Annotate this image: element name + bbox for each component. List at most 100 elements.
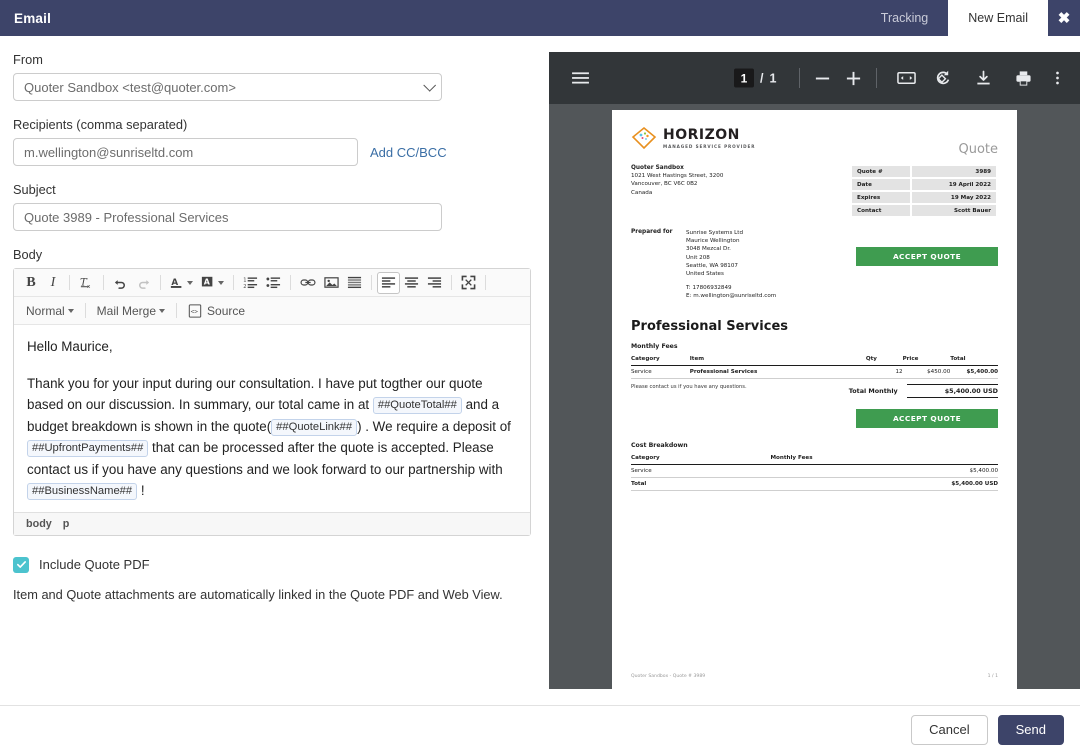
zoom-in-button[interactable] [845,70,862,87]
toolbar-divider [485,275,486,290]
include-quote-pdf-checkbox[interactable] [13,556,29,573]
format-dropdown-label: Normal [26,303,65,318]
element-path-body[interactable]: body [26,518,52,530]
send-button[interactable]: Send [997,714,1064,745]
mail-merge-label: Mail Merge [96,303,157,318]
pdf-total-pages: 1 [769,71,777,85]
element-path-p[interactable]: p [63,518,70,530]
body-label: Body [13,247,43,262]
redo-icon[interactable] [132,272,155,294]
meta-value: 19 May 2022 [911,192,996,203]
cost-breakdown-title: Cost Breakdown [631,441,688,449]
more-options-button[interactable] [1055,69,1060,87]
merge-tag-quote-total[interactable]: ##QuoteTotal## [372,397,462,414]
table-row: Service Professional Services 12 $450.00… [631,365,998,379]
chevron-down-icon [159,308,166,313]
merge-tag-quote-link[interactable]: ##QuoteLink## [271,418,358,436]
prepared-for-row: Prepared for Sunrise Systems Ltd Maurice… [631,229,998,301]
download-button[interactable] [975,70,992,87]
close-icon: ✖ [1057,9,1071,27]
pdf-view-controls [897,69,952,87]
recipients-input[interactable]: m.wellington@sunriseltd.com [13,138,358,166]
col-total: Total [950,353,998,366]
add-cc-bcc-link[interactable]: Add CC/BCC [370,145,447,160]
text-color-button[interactable]: A [166,272,197,294]
image-icon[interactable] [320,272,343,294]
footer-left-text: Quoter Sandbox - Quote # 3989 [631,674,706,679]
source-button[interactable]: <> Source [182,300,251,322]
cancel-button[interactable]: Cancel [911,714,988,745]
cost-total-value: $5,400.00 USD [770,476,998,491]
pdf-preview-pane: 1 / 1 HORIZON MANAGED SERVICE PROVIDER Q… [549,52,1080,689]
merge-tag-business-name[interactable]: ##BusinessName## [27,483,138,500]
align-right-button[interactable] [423,272,446,294]
align-center-button[interactable] [400,272,423,294]
toolbar-divider [876,68,877,88]
pdf-current-page-input[interactable]: 1 [734,68,754,88]
maximize-icon[interactable] [457,272,480,294]
total-monthly-block: Total Monthly $5,400.00 USD [848,383,998,398]
zoom-out-button[interactable] [814,70,831,87]
blocks-icon[interactable] [343,272,366,294]
subject-input[interactable]: Quote 3989 - Professional Services [13,203,442,231]
format-dropdown[interactable]: Normal [20,300,80,322]
minus-icon [815,77,830,79]
link-icon[interactable] [296,272,320,294]
prepared-for-label: Prepared for [631,229,673,235]
download-icon [977,70,990,84]
pdf-menu-button[interactable] [571,71,590,86]
body-text-3: ) . We require a deposit of [357,418,511,434]
fit-to-page-button[interactable] [897,70,916,86]
table-total-row: Total $5,400.00 USD [631,476,998,491]
col-qty: Qty [865,353,903,366]
titlebar-spacer [51,0,861,36]
close-button[interactable]: ✖ [1048,0,1080,36]
from-label: From [13,52,43,67]
svg-text:A: A [204,278,211,287]
cell-category: Service [631,464,771,478]
monthly-fees-title: Monthly Fees [631,342,678,350]
accept-quote-button-bottom[interactable]: ACCEPT QUOTE [856,408,998,428]
tab-tracking[interactable]: Tracking [861,0,948,36]
checkmark-icon [16,561,26,568]
bold-button[interactable]: B [20,272,42,294]
print-button[interactable] [1015,70,1032,87]
toolbar-divider [799,68,800,88]
prepared-for-details: Sunrise Systems Ltd Maurice Wellington 3… [686,229,776,301]
company-name: Quoter Sandbox [631,165,684,171]
email-body-editable[interactable]: Hello Maurice, Thank you for your input … [14,325,530,512]
total-monthly-value: $5,400.00 USD [906,383,998,398]
undo-icon[interactable] [109,272,132,294]
svg-text:<>: <> [191,308,199,315]
chevron-down-icon [67,308,74,313]
mail-merge-dropdown[interactable]: Mail Merge [91,300,171,322]
italic-button[interactable]: I [42,272,64,294]
from-select[interactable]: Quoter Sandbox <test@quoter.com> [13,73,442,101]
remove-format-icon[interactable]: Tx [75,272,98,294]
rotate-button[interactable] [934,69,952,87]
ordered-list-icon[interactable]: 12 [239,272,262,294]
toolbar-divider [160,275,161,290]
tab-new-email[interactable]: New Email [948,0,1048,36]
chevron-down-icon [218,280,224,285]
toolbar-divider [290,275,291,290]
cell-item: Professional Services [689,365,866,379]
accept-quote-button-top[interactable]: ACCEPT QUOTE [856,247,998,266]
col-item: Item [689,353,866,366]
editor-toolbar-row-2: Normal Mail Merge <> Source [14,297,530,325]
unordered-list-icon[interactable] [262,272,285,294]
quote-document-page: HORIZON MANAGED SERVICE PROVIDER Quote Q… [612,110,1017,689]
include-quote-pdf-row[interactable]: Include Quote PDF [13,556,535,573]
meta-row-quote-number: Quote # 3989 [852,166,996,177]
total-monthly-label: Total Monthly [848,386,898,395]
logo-name: HORIZON [663,126,740,143]
meta-row-expires: Expires 19 May 2022 [852,192,996,203]
pdf-scroll-area[interactable]: HORIZON MANAGED SERVICE PROVIDER Quote Q… [549,104,1080,689]
align-left-button[interactable] [377,271,400,294]
table-header-row: Category Monthly Fees [631,452,998,465]
cell-price: $450.00 [902,365,951,379]
meta-label: Quote # [852,166,910,177]
merge-tag-upfront-payments[interactable]: ##UpfrontPayments## [27,440,149,457]
background-color-button[interactable]: A [197,272,228,294]
